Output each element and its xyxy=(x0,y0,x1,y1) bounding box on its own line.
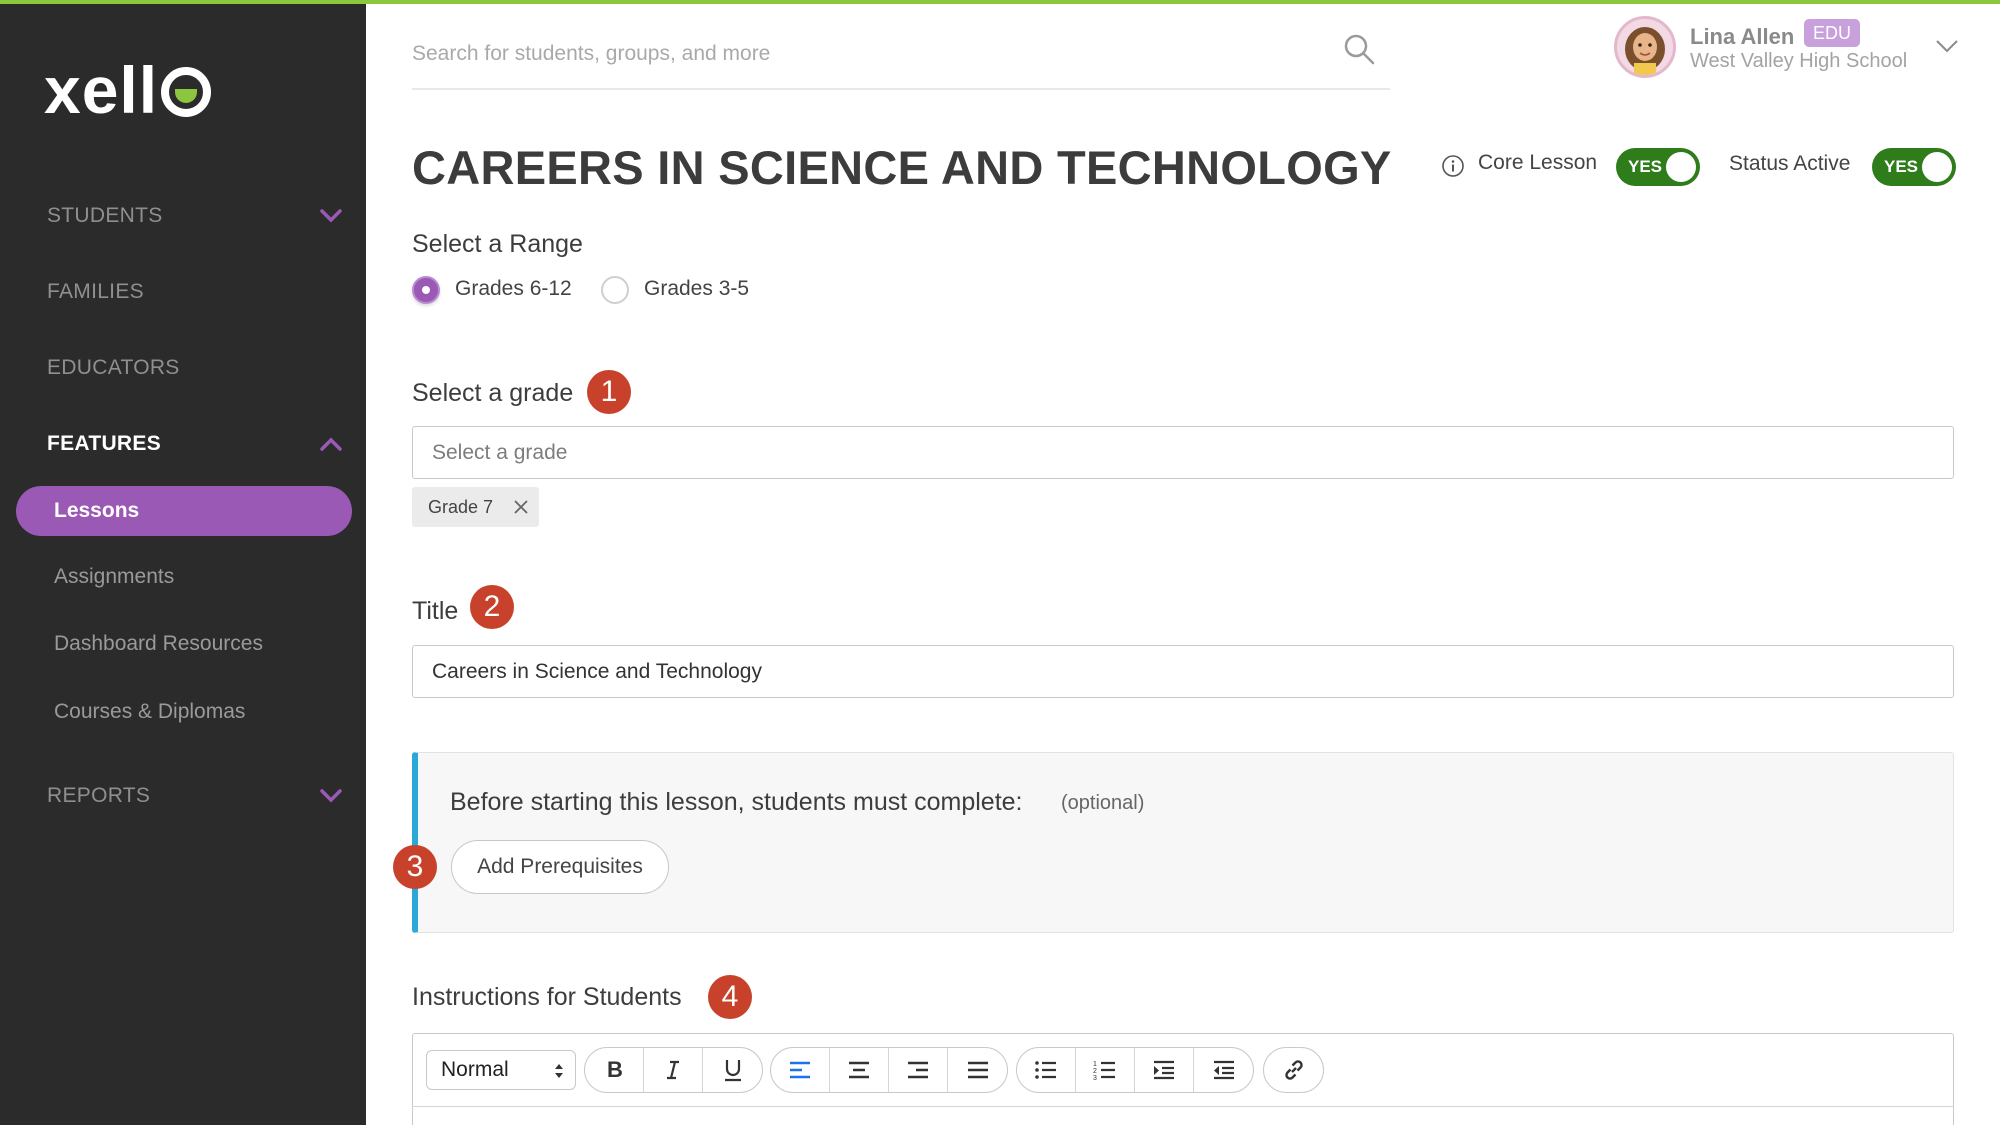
sidebar-item-label: FAMILIES xyxy=(47,280,144,303)
user-school: West Valley High School xyxy=(1690,50,1908,72)
indent-icon[interactable] xyxy=(1135,1048,1194,1092)
toggle-label: YES xyxy=(1884,157,1919,176)
page-title: CAREERS IN SCIENCE AND TECHNOLOGY xyxy=(412,141,1392,194)
title-label: Title xyxy=(412,597,459,625)
radio-grades-6-12[interactable] xyxy=(412,276,440,304)
chevron-down-icon xyxy=(320,205,342,227)
bold-button[interactable]: B xyxy=(585,1048,644,1092)
alignment-group xyxy=(770,1047,1008,1093)
grade-chip-label: Grade 7 xyxy=(428,496,494,517)
search-bar xyxy=(412,24,1390,90)
sidebar-subitem-lessons[interactable]: Lessons xyxy=(16,486,352,536)
logo-text: xell xyxy=(44,53,159,127)
top-accent-bar xyxy=(0,0,2000,4)
radio-grades-3-5[interactable] xyxy=(601,276,629,304)
search-input[interactable] xyxy=(412,34,1312,74)
user-name: Lina Allen xyxy=(1690,24,1795,49)
instructions-label: Instructions for Students xyxy=(412,983,682,1011)
logo-o-mark xyxy=(161,67,212,117)
core-lesson-toggle[interactable]: YES xyxy=(1616,148,1700,186)
sidebar-subitem-courses-diplomas[interactable]: Courses & Diplomas xyxy=(54,700,245,724)
prerequisites-optional: (optional) xyxy=(1061,792,1145,814)
status-active-toggle[interactable]: YES xyxy=(1872,148,1956,186)
toolbar-divider xyxy=(412,1106,1954,1107)
numbered-list-icon[interactable]: 123 xyxy=(1076,1048,1135,1092)
search-icon[interactable] xyxy=(1342,32,1378,68)
chevron-down-icon xyxy=(320,785,342,807)
format-select[interactable]: Normal xyxy=(426,1050,576,1090)
align-center-icon[interactable] xyxy=(830,1048,889,1092)
toggle-label: YES xyxy=(1628,157,1663,176)
sidebar-item-educators[interactable]: EDUCATORS xyxy=(47,348,342,388)
radio-label-grades-3-5: Grades 3-5 xyxy=(644,277,750,300)
link-icon[interactable] xyxy=(1264,1048,1323,1092)
bullet-list-icon[interactable] xyxy=(1017,1048,1076,1092)
step-badge-2: 2 xyxy=(470,585,514,629)
sidebar-item-reports[interactable]: REPORTS xyxy=(47,776,342,816)
outdent-icon[interactable] xyxy=(1194,1048,1253,1092)
role-badge: EDU xyxy=(1804,19,1860,47)
info-icon[interactable] xyxy=(1441,154,1465,178)
align-justify-icon[interactable] xyxy=(948,1048,1007,1092)
step-badge-1: 1 xyxy=(587,370,631,414)
sidebar-subitem-label: Lessons xyxy=(54,499,140,522)
format-select-value: Normal xyxy=(441,1058,509,1081)
sidebar-item-label: FEATURES xyxy=(47,432,162,455)
chevron-up-icon xyxy=(320,433,342,455)
list-indent-group: 123 xyxy=(1016,1047,1254,1093)
svg-text:B: B xyxy=(607,1058,623,1082)
step-badge-4: 4 xyxy=(708,975,752,1019)
grade-chip: Grade 7 xyxy=(412,487,539,527)
sidebar-item-label: REPORTS xyxy=(47,784,151,807)
avatar[interactable] xyxy=(1614,16,1676,78)
grade-select[interactable] xyxy=(412,426,1954,479)
italic-button[interactable] xyxy=(644,1048,703,1092)
chevron-down-icon[interactable] xyxy=(1934,36,1960,56)
core-lesson-label: Core Lesson xyxy=(1478,151,1598,174)
svg-text:2: 2 xyxy=(1093,1068,1097,1075)
sidebar-item-label: EDUCATORS xyxy=(47,356,180,379)
radio-label-grades-6-12: Grades 6-12 xyxy=(455,277,572,300)
status-active-label: Status Active xyxy=(1729,152,1851,175)
add-prerequisites-button[interactable]: Add Prerequisites xyxy=(451,840,669,894)
prerequisites-text: Before starting this lesson, students mu… xyxy=(450,788,1023,816)
title-input[interactable] xyxy=(412,645,1954,698)
text-style-group: B xyxy=(584,1047,763,1093)
sidebar-subitem-dashboard-resources[interactable]: Dashboard Resources xyxy=(54,632,263,656)
grade-label: Select a grade xyxy=(412,379,574,407)
sidebar-item-label: STUDENTS xyxy=(47,204,163,227)
svg-text:3: 3 xyxy=(1093,1075,1097,1081)
sidebar-item-students[interactable]: STUDENTS xyxy=(47,196,342,236)
step-badge-3: 3 xyxy=(393,845,437,889)
svg-text:1: 1 xyxy=(1093,1061,1097,1068)
link-group xyxy=(1263,1047,1324,1093)
sidebar: xell STUDENTS FAMILIES EDUCATORS FEATURE… xyxy=(0,0,366,1125)
toggle-knob xyxy=(1922,152,1952,182)
select-arrows-icon xyxy=(553,1061,565,1081)
xello-logo[interactable]: xell xyxy=(44,52,212,128)
sidebar-subitem-assignments[interactable]: Assignments xyxy=(54,565,174,589)
align-left-icon[interactable] xyxy=(771,1048,830,1092)
sidebar-item-features[interactable]: FEATURES xyxy=(47,424,342,464)
align-right-icon[interactable] xyxy=(889,1048,948,1092)
sidebar-item-families[interactable]: FAMILIES xyxy=(47,272,342,312)
range-label: Select a Range xyxy=(412,230,583,258)
toggle-knob xyxy=(1666,152,1696,182)
close-icon[interactable] xyxy=(511,497,531,517)
underline-button[interactable] xyxy=(703,1048,762,1092)
